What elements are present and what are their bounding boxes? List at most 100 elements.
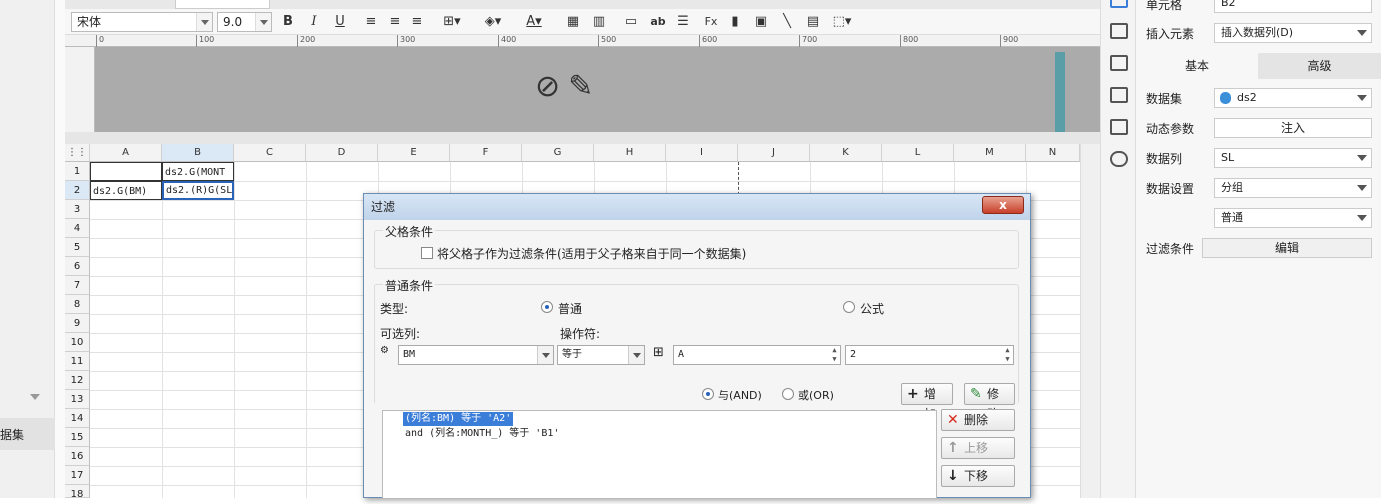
condition-list[interactable]: (列名:BM) 等于 'A2' and (列名:MONTH_) 等于 'B1' [382,410,937,499]
widget-icon[interactable]: ⬚▾ [829,13,855,31]
tab-basic[interactable]: 基本 [1136,53,1258,79]
font-size-select[interactable]: 9.0 [217,12,272,32]
cell-B2-selected[interactable]: ds2.(R)G(SL [162,181,234,200]
data-setting-select[interactable]: 分组 [1214,178,1372,198]
column-header[interactable]: M [954,144,1026,162]
link-icon[interactable] [1110,151,1128,167]
column-header[interactable]: K [810,144,882,162]
fill-color-icon[interactable]: ◈▾ [479,13,507,31]
type-normal-radio[interactable] [541,301,553,313]
condition-item-selected[interactable]: (列名:BM) 等于 'A2' [403,412,514,426]
column-header[interactable]: B [162,144,234,162]
row-header[interactable]: 9 [65,314,90,333]
column-header[interactable]: A [90,144,162,162]
data-column-select[interactable]: SL [1214,148,1372,168]
row-header[interactable]: 6 [65,257,90,276]
column-header[interactable]: D [306,144,378,162]
column-header[interactable]: G [522,144,594,162]
pencil-icon[interactable]: ✎ [568,69,601,104]
row-header[interactable]: 3 [65,200,90,219]
slash-icon[interactable]: ╲ [779,13,795,31]
row-header[interactable]: 13 [65,390,90,409]
widget-settings-icon[interactable] [1110,23,1128,39]
move-up-button[interactable]: ↑ 上移 [941,437,1015,459]
cell-A2[interactable]: ds2.G(BM) [90,181,162,200]
row-header[interactable]: 2 [65,181,90,200]
select-all-corner[interactable]: ⋮⋮ [65,144,90,162]
row-header[interactable]: 10 [65,333,90,352]
group-mode-select[interactable]: 普通 [1214,208,1372,228]
italic-button[interactable]: I [305,13,323,31]
split-cells-icon[interactable]: ▥ [591,13,607,31]
or-radio[interactable] [782,388,794,400]
formula-icon[interactable]: Fx [700,13,722,31]
value-input[interactable]: A ▲ ▼ [673,345,841,365]
condition-item[interactable]: and (列名:MONTH_) 等于 'B1' [403,427,561,441]
modify-button[interactable]: ✎修改 [964,383,1015,421]
layout-icon[interactable] [1110,119,1128,135]
text-icon[interactable]: ab [649,13,667,31]
value2-input[interactable]: 2 ▲ ▼ [845,345,1014,365]
column-header[interactable]: E [378,144,450,162]
align-center-icon[interactable]: ≡ [387,13,403,31]
row-header[interactable]: 14 [65,409,90,428]
row-header[interactable]: 1 [65,162,90,181]
dataset-select[interactable]: ds2 [1214,88,1372,108]
edit-filter-button[interactable]: 编辑 [1202,238,1372,258]
operator-select[interactable]: 等于 [557,345,645,365]
row-header[interactable]: 8 [65,295,90,314]
column-header[interactable]: H [594,144,666,162]
cell-A1[interactable] [90,162,162,181]
eye-slash-icon[interactable]: ⊘ [535,69,568,104]
column-select[interactable]: BM [398,345,554,365]
collapse-arrow-icon[interactable] [30,394,40,400]
dropdown-icon[interactable] [1110,87,1128,103]
row-header[interactable]: 16 [65,447,90,466]
row-header[interactable]: 5 [65,238,90,257]
font-family-select[interactable]: 宋体 [71,12,213,32]
parent-as-filter-checkbox[interactable] [421,247,433,259]
image-icon[interactable]: ▣ [753,13,769,31]
spinner-icon[interactable]: ▲ ▼ [829,346,840,364]
chart-icon[interactable]: ▮ [727,13,743,31]
column-header[interactable]: L [882,144,954,162]
column-header[interactable]: F [450,144,522,162]
panel-splitter[interactable] [55,0,65,498]
cell-B1[interactable]: ds2.G(MONT [162,162,234,181]
column-header[interactable]: J [738,144,810,162]
row-header[interactable]: 17 [65,466,90,485]
bold-button[interactable]: B [279,13,297,31]
row-header[interactable]: 18 [65,485,90,500]
hide-edit-icons[interactable]: ⊘✎ [535,69,601,104]
row-header[interactable]: 7 [65,276,90,295]
border-icon[interactable]: ⊞▾ [439,13,465,31]
underline-button[interactable]: U [331,13,349,31]
tab-advanced[interactable]: 高级 [1258,53,1381,79]
row-header[interactable]: 11 [65,352,90,371]
close-button[interactable]: x [982,196,1024,214]
tab-active[interactable] [175,0,270,9]
cell-property-icon[interactable] [1110,0,1128,8]
subreport-icon[interactable]: ▤ [805,13,821,31]
insert-element-select[interactable]: 插入数据列(D) [1214,23,1372,43]
row-header[interactable]: 4 [65,219,90,238]
type-formula-radio[interactable] [843,301,855,313]
font-color-icon[interactable]: A▾ [517,13,551,31]
merge-cells-icon[interactable]: ▦ [565,13,581,31]
align-left-icon[interactable]: ≡ [363,13,379,31]
delete-button[interactable]: ✕ 删除 [941,409,1015,431]
column-header[interactable]: N [1026,144,1080,162]
inject-button[interactable]: 注入 [1214,118,1372,138]
column-header[interactable]: C [234,144,306,162]
column-header[interactable]: I [666,144,738,162]
spinner-icon[interactable]: ▲ ▼ [1002,346,1013,364]
frame-icon[interactable] [1110,55,1128,71]
row-header[interactable]: 15 [65,428,90,447]
row-header[interactable]: 12 [65,371,90,390]
value-type-icon[interactable]: ⊞ [653,345,664,360]
align-right-icon[interactable]: ≡ [409,13,425,31]
insert-row-icon[interactable]: ▭ [623,13,639,31]
move-down-button[interactable]: ↓ 下移 [941,465,1015,487]
add-button[interactable]: +增加 [901,383,953,421]
wrap-text-icon[interactable]: ☰ [675,13,691,31]
